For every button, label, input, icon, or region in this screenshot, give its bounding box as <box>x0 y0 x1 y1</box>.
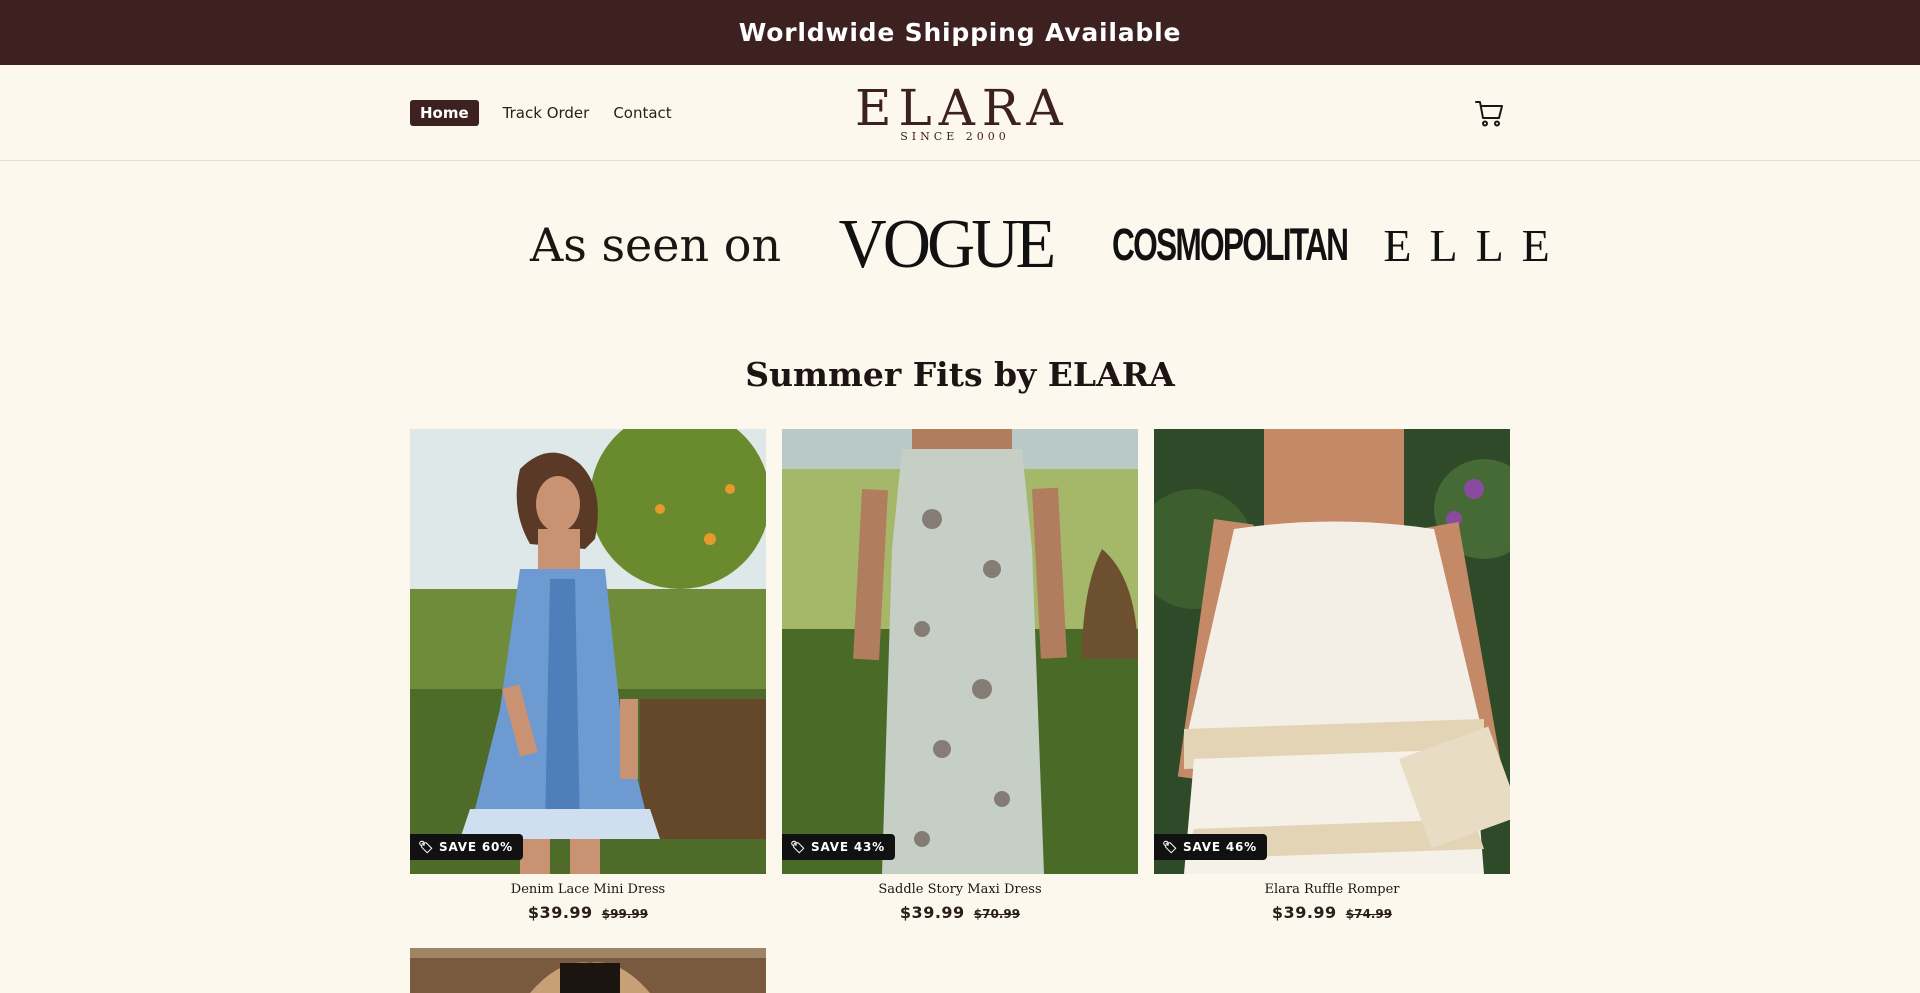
tag-icon: 🏷 <box>418 840 435 854</box>
product-card[interactable]: 🏷 SAVE 46% Elara Ruffle Romper $39.99 $7… <box>1154 429 1510 922</box>
cart-icon <box>1475 101 1503 127</box>
discount-badge-text: SAVE 60% <box>439 840 513 854</box>
product-photo-denim-dress <box>410 429 766 874</box>
discount-badge: 🏷 SAVE 46% <box>1154 834 1267 860</box>
product-card[interactable]: 🏷 SAVE 43% Saddle Story Maxi Dress $39.9… <box>782 429 1138 922</box>
sale-price: $39.99 <box>527 903 593 922</box>
tag-icon: 🏷 <box>1162 840 1179 854</box>
announcement-text: Worldwide Shipping Available <box>738 18 1182 47</box>
cart-button[interactable] <box>1474 97 1506 129</box>
product-photo-maxi-dress <box>782 429 1138 874</box>
product-photo-partial <box>410 948 766 993</box>
product-image[interactable]: 🏷 SAVE 43% <box>782 429 1138 874</box>
compare-price: $70.99 <box>973 907 1021 921</box>
site-logo[interactable]: ELARA SINCE 2000 <box>855 79 1070 143</box>
vogue-logo: VOGUE <box>838 206 1057 283</box>
product-price: $39.99 $70.99 <box>782 903 1138 922</box>
logo-wordmark: ELARA <box>855 79 1070 137</box>
product-price: $39.99 $74.99 <box>1154 903 1510 922</box>
nav-home[interactable]: Home <box>410 100 479 126</box>
sale-price: $39.99 <box>899 903 965 922</box>
product-name[interactable]: Denim Lace Mini Dress <box>410 882 766 897</box>
tag-icon: 🏷 <box>790 840 807 854</box>
compare-price: $99.99 <box>601 907 649 921</box>
product-image[interactable]: 🏷 SAVE 46% <box>1154 429 1510 874</box>
as-seen-on-label: As seen on <box>530 218 782 272</box>
announcement-bar: Worldwide Shipping Available <box>0 0 1920 65</box>
as-seen-on: As seen on VOGUE COSMOPOLITAN ELLE <box>530 206 1568 283</box>
compare-price: $74.99 <box>1345 907 1393 921</box>
cosmopolitan-logo: COSMOPOLITAN <box>1112 218 1349 270</box>
discount-badge: 🏷 SAVE 60% <box>410 834 523 860</box>
product-photo-ruffle-romper <box>1154 429 1510 874</box>
discount-badge-text: SAVE 46% <box>1183 840 1257 854</box>
product-image[interactable]: 🏷 SAVE 60% <box>410 429 766 874</box>
product-name[interactable]: Saddle Story Maxi Dress <box>782 882 1138 897</box>
elle-logo: ELLE <box>1383 219 1568 271</box>
main-nav: Home Track Order Contact <box>410 100 672 126</box>
collection-title: Summer Fits by ELARA <box>745 355 1175 394</box>
discount-badge-text: SAVE 43% <box>811 840 885 854</box>
site-header: Home Track Order Contact ELARA SINCE 200… <box>0 65 1920 161</box>
product-price: $39.99 $99.99 <box>410 903 766 922</box>
product-card[interactable] <box>410 948 766 993</box>
product-card[interactable]: 🏷 SAVE 60% Denim Lace Mini Dress $39.99 … <box>410 429 766 922</box>
product-name[interactable]: Elara Ruffle Romper <box>1154 882 1510 897</box>
sale-price: $39.99 <box>1271 903 1337 922</box>
nav-contact[interactable]: Contact <box>613 104 671 122</box>
discount-badge: 🏷 SAVE 43% <box>782 834 895 860</box>
nav-track-order[interactable]: Track Order <box>503 104 590 122</box>
